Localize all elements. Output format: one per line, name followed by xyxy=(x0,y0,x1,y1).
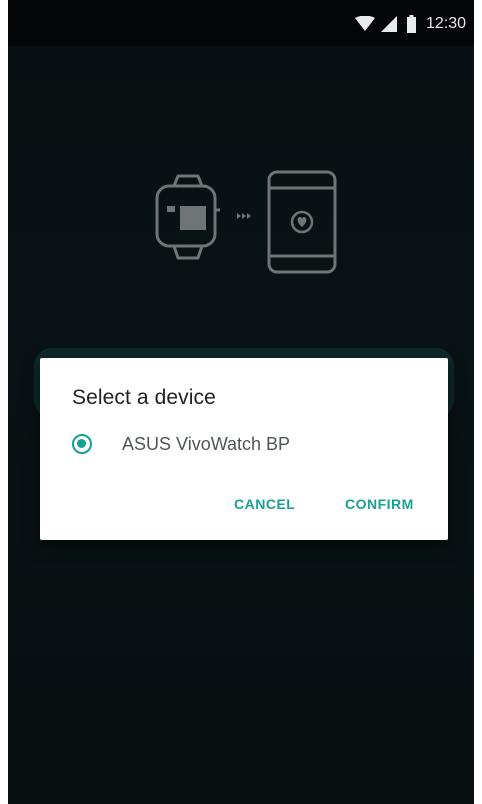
cellular-signal-icon xyxy=(380,16,397,32)
device-option-label: ASUS VivoWatch BP xyxy=(122,433,291,454)
confirm-button[interactable]: CONFIRM xyxy=(345,496,414,512)
battery-icon xyxy=(406,15,416,33)
wifi-icon xyxy=(354,16,375,31)
radio-selected-icon[interactable] xyxy=(72,434,92,454)
status-icons: 12:30 xyxy=(354,13,466,35)
dialog-title: Select a device xyxy=(72,386,216,409)
cancel-button[interactable]: CANCEL xyxy=(234,496,295,512)
device-option[interactable]: ASUS VivoWatch BP xyxy=(62,424,432,464)
select-device-dialog: Select a device ASUS VivoWatch BP CANCEL… xyxy=(40,358,448,540)
phone-screen: 12:30 Select a device ASUS VivoWatch BP … xyxy=(8,0,474,804)
status-bar: 12:30 xyxy=(8,0,474,46)
status-time: 12:30 xyxy=(425,15,466,32)
